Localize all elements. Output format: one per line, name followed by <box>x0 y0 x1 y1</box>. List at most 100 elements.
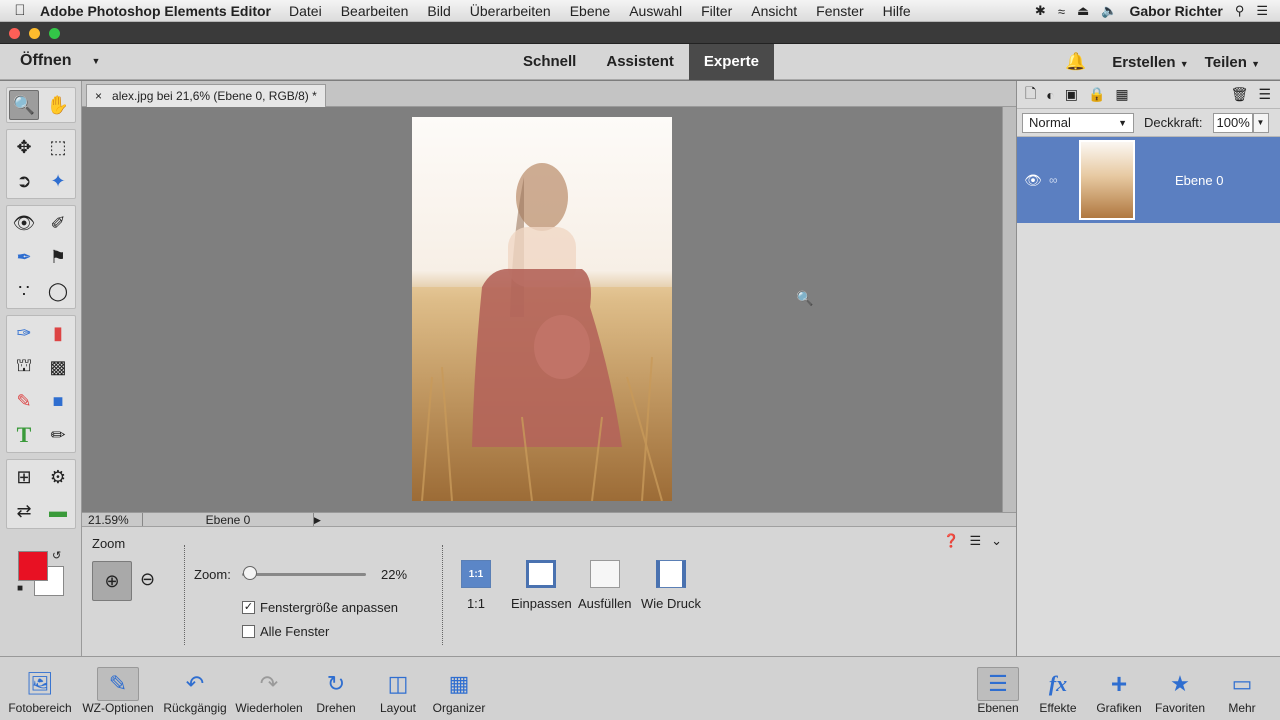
bell-icon[interactable]: 🔔 <box>1065 52 1086 72</box>
panel-menu-icon[interactable]: ☰ <box>969 533 981 549</box>
photo-bin-button[interactable]: 🖼 Fotobereich <box>4 657 76 720</box>
spotlight-search-icon[interactable]: ⚲ <box>1235 3 1245 19</box>
lock-all-icon[interactable]: 🔒 <box>1088 86 1105 103</box>
lasso-tool-icon[interactable]: ➲ <box>9 166 39 196</box>
menu-filter[interactable]: Filter <box>701 3 732 19</box>
blur-tool-icon[interactable]: ∵ <box>9 276 39 306</box>
panel-menu-icon[interactable]: ☰ <box>1258 86 1271 103</box>
move-tool-icon[interactable]: ✥ <box>9 132 39 162</box>
menu-datei[interactable]: Datei <box>289 3 322 19</box>
menu-ansicht[interactable]: Ansicht <box>751 3 797 19</box>
vertical-scrollbar[interactable] <box>1002 107 1016 512</box>
zoom-value[interactable]: 22% <box>381 567 407 582</box>
fit-window-option[interactable]: ✓ Fenstergröße anpassen <box>242 600 398 615</box>
eye-icon[interactable]: 👁 <box>1017 172 1049 189</box>
menu-fenster[interactable]: Fenster <box>816 3 863 19</box>
blend-mode-select[interactable]: Normal ▼ <box>1022 112 1134 133</box>
window-close-button[interactable] <box>9 28 20 39</box>
brush-tool-icon[interactable]: ✑ <box>9 318 39 348</box>
image-canvas[interactable]: 🔍 <box>82 107 1002 512</box>
effects-button[interactable]: fx Effekte <box>1032 657 1084 720</box>
fill-screen-button[interactable]: Ausfüllen <box>578 560 631 611</box>
rotate-button[interactable]: ↻ Drehen <box>310 657 362 720</box>
notification-list-icon[interactable]: ☰ <box>1256 3 1268 19</box>
menu-bild[interactable]: Bild <box>427 3 450 19</box>
user-menu[interactable]: Gabor Richter <box>1129 3 1222 19</box>
window-maximize-button[interactable] <box>49 28 60 39</box>
layer-mask-icon[interactable]: ▣ <box>1065 86 1078 103</box>
window-minimize-button[interactable] <box>29 28 40 39</box>
tab-experte[interactable]: Experte <box>688 44 774 80</box>
status-zoom[interactable]: 21.59% <box>88 513 129 527</box>
lock-transparency-icon[interactable]: ▦ <box>1115 86 1128 103</box>
more-button[interactable]: ▭ Mehr <box>1218 657 1266 720</box>
content-aware-move-icon[interactable]: ⇄ <box>9 496 39 526</box>
foreground-color-swatch[interactable] <box>18 551 48 581</box>
document-tab[interactable]: × alex.jpg bei 21,6% (Ebene 0, RGB/8) * <box>86 84 326 107</box>
paint-bucket-icon[interactable]: ⛫ <box>9 352 39 382</box>
print-size-button[interactable]: Wie Druck <box>641 560 701 611</box>
graphics-button[interactable]: + Grafiken <box>1092 657 1146 720</box>
eyedropper-icon[interactable]: ✎ <box>9 386 39 416</box>
zoom-slider-handle[interactable] <box>242 566 257 580</box>
zoom-slider-track[interactable] <box>242 573 366 576</box>
tab-assistent[interactable]: Assistent <box>591 44 689 80</box>
opacity-input[interactable]: 100% <box>1212 112 1253 133</box>
help-icon[interactable]: ❓ <box>943 533 959 549</box>
share-button[interactable]: Teilen ▼ <box>1205 54 1260 71</box>
menu-bearbeiten[interactable]: Bearbeiten <box>341 3 409 19</box>
undo-button[interactable]: ↶ Rückgängig <box>160 657 230 720</box>
chevron-down-icon[interactable]: ⌄ <box>991 533 1002 549</box>
layer-row[interactable]: 👁 ∞ Ebene 0 <box>1017 137 1280 223</box>
shape-tool-icon[interactable]: ■ <box>43 386 73 416</box>
fit-screen-button[interactable]: Einpassen <box>511 560 572 611</box>
red-eye-tool-icon[interactable]: 👁 <box>9 208 39 238</box>
layout-button[interactable]: ◫ Layout <box>372 657 424 720</box>
zoom-out-icon[interactable]: ⊖ <box>140 569 155 590</box>
fit-window-checkbox[interactable]: ✓ <box>242 601 255 614</box>
wifi-icon[interactable]: ≈ <box>1058 4 1065 19</box>
zoom-in-icon[interactable]: ⊕ <box>92 561 132 601</box>
eject-icon[interactable]: ⏏ <box>1077 3 1089 19</box>
gradient-tool-icon[interactable]: ▩ <box>43 352 73 382</box>
healing-brush-icon[interactable]: ✐ <box>43 208 73 238</box>
apple-icon[interactable]:  <box>0 2 40 19</box>
tool-options-button[interactable]: ✎ WZ-Optionen <box>78 657 158 720</box>
text-tool-icon[interactable]: T <box>9 420 39 450</box>
volume-icon[interactable]: 🔈 <box>1101 3 1117 19</box>
hand-tool-icon[interactable]: ✋ <box>43 90 73 120</box>
smart-brush-icon[interactable]: ✒ <box>9 242 39 272</box>
swap-colors-icon[interactable]: ↺ <box>52 549 61 562</box>
menu-hilfe[interactable]: Hilfe <box>883 3 911 19</box>
favorites-button[interactable]: ★ Favoriten <box>1150 657 1210 720</box>
create-button[interactable]: Erstellen ▼ <box>1112 54 1188 71</box>
menu-auswahl[interactable]: Auswahl <box>629 3 682 19</box>
new-layer-icon[interactable]: 🗋 <box>1025 83 1036 107</box>
link-icon[interactable]: ∞ <box>1049 173 1079 187</box>
actual-pixels-button[interactable]: 1:1 1:1 <box>461 560 491 611</box>
all-windows-option[interactable]: Alle Fenster <box>242 624 329 639</box>
menu-ebene[interactable]: Ebene <box>570 3 610 19</box>
adjustment-layer-icon[interactable]: ◐ <box>1046 87 1054 103</box>
sponge-tool-icon[interactable]: ◯ <box>43 276 73 306</box>
recompose-tool-icon[interactable]: ⚙ <box>43 462 73 492</box>
straighten-tool-icon[interactable]: ▬ <box>43 496 73 526</box>
tab-schnell[interactable]: Schnell <box>508 44 591 80</box>
all-windows-checkbox[interactable] <box>242 625 255 638</box>
chevron-down-icon[interactable]: ▼ <box>1252 112 1269 133</box>
menu-ueberarbeiten[interactable]: Überarbeiten <box>470 3 551 19</box>
redo-button[interactable]: ↷ Wiederholen <box>232 657 306 720</box>
crop-tool-icon[interactable]: ⊞ <box>9 462 39 492</box>
default-colors-icon[interactable]: ■ <box>17 583 23 594</box>
layers-button[interactable]: ☰ Ebenen <box>974 657 1022 720</box>
play-arrow-icon[interactable]: ▶ <box>314 513 321 527</box>
trash-icon[interactable]: 🗑 <box>1231 86 1249 103</box>
close-icon[interactable]: × <box>95 89 102 103</box>
quick-selection-icon[interactable]: ✦ <box>43 166 73 196</box>
marquee-tool-icon[interactable]: ⬚ <box>43 132 73 162</box>
eraser-tool-icon[interactable]: ▮ <box>43 318 73 348</box>
organizer-button[interactable]: ▦ Organizer <box>428 657 490 720</box>
open-button[interactable]: Öffnen ▼ <box>20 52 100 70</box>
pencil-tool-icon[interactable]: ✏ <box>43 420 73 450</box>
app-name-menu[interactable]: Adobe Photoshop Elements Editor <box>40 3 271 19</box>
